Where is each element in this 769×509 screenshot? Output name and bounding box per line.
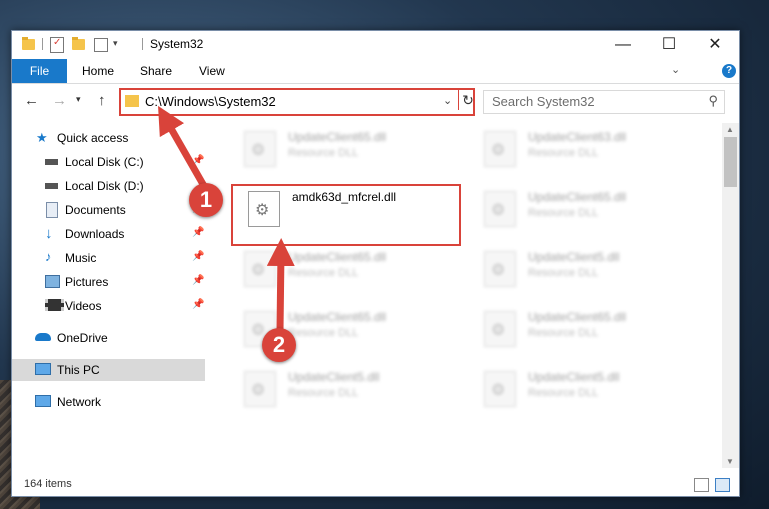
step-badge-2: 2 xyxy=(262,328,296,362)
annotation-arrows xyxy=(158,105,295,331)
annotation-arrow-1 xyxy=(158,105,212,195)
annotation-arrow-2 xyxy=(266,238,295,331)
step-badge-1: 1 xyxy=(189,183,223,217)
